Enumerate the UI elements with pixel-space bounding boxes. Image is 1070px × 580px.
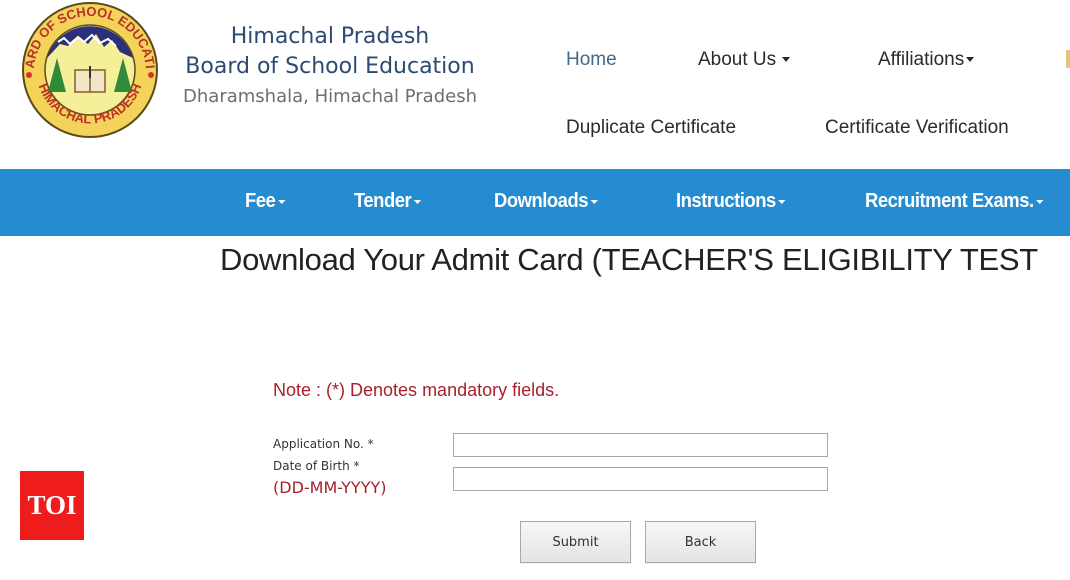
- nav-affiliations-label: Affiliations: [878, 49, 965, 70]
- chevron-down-icon: [413, 199, 422, 204]
- chevron-down-icon: [278, 199, 286, 204]
- nav-duplicate-certificate-label: Duplicate Certificate: [566, 117, 737, 138]
- application-no-label: Application No. *: [273, 437, 374, 451]
- brand-state-name: Himachal Pradesh: [230, 24, 430, 49]
- nav-downloads-label: Downloads: [494, 190, 588, 212]
- page-title: Download Your Admit Card (TEACHER'S ELIG…: [220, 242, 1038, 277]
- nav-home-label: Home: [566, 49, 617, 70]
- board-emblem-logo[interactable]: BOARD OF SCHOOL EDUCATION HIMACHAL PRADE…: [20, 0, 160, 140]
- nav-certificate-verification[interactable]: Certificate Verification: [825, 117, 1009, 139]
- nav-fee[interactable]: Fee: [245, 190, 286, 213]
- nav-affiliations[interactable]: Affiliations: [878, 49, 975, 71]
- toi-watermark-logo: TOI: [20, 471, 84, 540]
- chevron-down-icon: [778, 199, 786, 204]
- nav-downloads[interactable]: Downloads: [494, 190, 599, 213]
- back-button[interactable]: Back: [645, 521, 756, 563]
- nav-instructions[interactable]: Instructions: [676, 190, 786, 213]
- nav-recruitment-exams-label: Recruitment Exams.: [865, 190, 1034, 212]
- date-of-birth-input[interactable]: [453, 467, 828, 491]
- chevron-down-icon: [966, 57, 975, 63]
- chevron-down-icon: [782, 57, 791, 63]
- nav-about-us[interactable]: About Us: [698, 49, 791, 71]
- date-of-birth-label: Date of Birth *: [273, 459, 360, 473]
- toi-watermark-text: TOI: [27, 490, 77, 520]
- mandatory-fields-note: Note : (*) Denotes mandatory fields.: [273, 380, 560, 400]
- nav-tender-label: Tender: [354, 190, 412, 212]
- brand-title: Himachal Pradesh Board of School Educati…: [168, 22, 492, 112]
- nav-fee-label: Fee: [245, 190, 276, 212]
- application-no-input[interactable]: [453, 433, 828, 457]
- brand-location: Dharamshala, Himachal Pradesh: [183, 86, 477, 107]
- chevron-down-icon: [1036, 199, 1044, 204]
- nav-instructions-label: Instructions: [676, 190, 776, 212]
- chevron-down-icon: [590, 199, 599, 204]
- nav-certificate-verification-label: Certificate Verification: [825, 117, 1009, 138]
- emblem-dot-left: [26, 72, 32, 78]
- emblem-dot-right: [148, 72, 154, 78]
- submit-button[interactable]: Submit: [520, 521, 631, 563]
- nav-tender[interactable]: Tender: [354, 190, 422, 213]
- nav-recruitment-exams[interactable]: Recruitment Exams.: [865, 190, 1044, 213]
- nav-item-clipped[interactable]: [1066, 50, 1070, 68]
- date-format-hint: (DD-MM-YYYY): [273, 478, 387, 497]
- nav-about-us-label: About Us: [698, 49, 777, 70]
- brand-board-name: Board of School Education: [185, 54, 475, 79]
- nav-home[interactable]: Home: [566, 49, 617, 71]
- nav-duplicate-certificate[interactable]: Duplicate Certificate: [566, 117, 736, 139]
